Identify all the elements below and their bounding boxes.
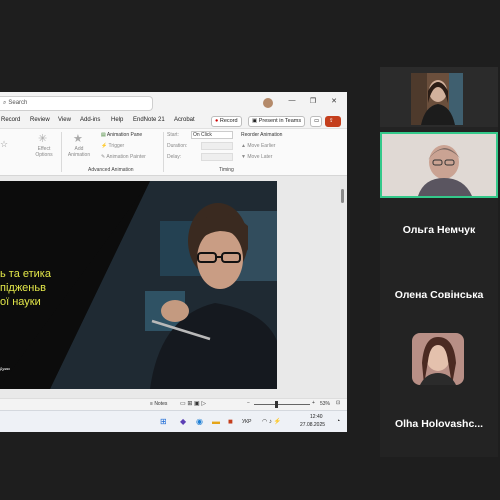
participant-tile-1[interactable] xyxy=(380,67,498,127)
zoom-slider[interactable] xyxy=(254,404,310,405)
add-animation-icon[interactable]: ★ xyxy=(73,132,83,145)
duration-label: Duration: xyxy=(167,143,188,149)
clock-time[interactable]: 12:40 xyxy=(310,414,323,420)
share-button[interactable]: ⇪ xyxy=(325,116,341,127)
tab-record[interactable]: Record xyxy=(1,117,20,123)
move-earlier-button[interactable]: ▲ Move Earlier xyxy=(241,143,275,149)
teams-icon: ▣ xyxy=(252,118,258,124)
move-later-label: Move Later xyxy=(247,154,273,160)
move-earlier-label: Move Earlier xyxy=(247,143,276,149)
notification-icon[interactable]: ◔ xyxy=(336,418,340,425)
animation-painter-label: Animation Painter xyxy=(106,154,146,160)
record-label: Record xyxy=(219,118,238,124)
tab-acrobat[interactable]: Acrobat xyxy=(174,117,195,123)
close-icon[interactable]: ✕ xyxy=(329,97,339,105)
slide-canvas[interactable]: ь та етика підженьв ої науки Дужко xyxy=(0,181,277,389)
present-in-teams-button[interactable]: ▣ Present in Teams xyxy=(248,116,306,127)
status-bar: ≡ Notes ▭ ⊞ ▣ ▷ − + 53% ⊡ xyxy=(0,398,347,410)
minimize-icon[interactable]: — xyxy=(287,97,297,104)
tab-addins[interactable]: Add-ins xyxy=(80,117,100,123)
animation-pane-button[interactable]: ▤ Animation Pane xyxy=(101,132,142,138)
language-indicator[interactable]: УКР xyxy=(242,419,251,425)
notes-button[interactable]: ≡ Notes xyxy=(150,401,167,407)
effect-options-icon[interactable]: ✳ xyxy=(38,132,47,145)
trigger-label: Trigger xyxy=(108,143,125,149)
animation-pane-icon: ▤ xyxy=(101,132,106,138)
zoom-slider-thumb[interactable] xyxy=(275,401,278,408)
participant-avatar-5 xyxy=(412,333,464,385)
participant-tile-5[interactable]: Olha Holovashc... xyxy=(380,325,498,455)
ribbon-animations: ☆ ✳ Effect Options ★ Add Animation ▤ Ani… xyxy=(0,128,347,176)
participants-panel: Ольга Немчук Олена Совінська Olha Holova… xyxy=(380,67,498,457)
trigger-button[interactable]: ⚡ Trigger xyxy=(101,143,124,149)
participant-name-5: Olha Holovashc... xyxy=(394,418,484,430)
slide-editor: ь та етика підженьв ої науки Дужко xyxy=(0,176,347,398)
zoom-out-icon[interactable]: − xyxy=(247,400,250,406)
tab-help[interactable]: Help xyxy=(111,117,123,123)
file-explorer-icon[interactable]: ▬ xyxy=(212,417,220,426)
shared-screen: ⌕ Search — ❐ ✕ Record Review View Add-ins… xyxy=(0,92,347,432)
search-input[interactable]: ⌕ Search xyxy=(0,96,153,111)
delay-label: Delay: xyxy=(167,154,182,160)
search-placeholder: Search xyxy=(8,100,28,106)
notes-icon: ≡ xyxy=(150,401,153,407)
ribbon-tabs: Record Review View Add-ins Help EndNote … xyxy=(0,114,347,128)
slide-footer-text: Дужко xyxy=(0,367,11,371)
vertical-scrollbar[interactable] xyxy=(340,181,345,391)
arrow-up-icon: ▲ xyxy=(241,143,246,149)
divider xyxy=(61,132,62,172)
start-select[interactable]: On Click xyxy=(191,131,233,139)
zoom-in-icon[interactable]: + xyxy=(312,400,315,406)
zoom-level[interactable]: 53% xyxy=(320,401,330,407)
divider xyxy=(163,132,164,172)
windows-taskbar: ⊞ ◆ ◉ ▬ ■ УКР ◠ ♪ ⚡ 12:40 27.08.2025 ◔ xyxy=(0,410,347,432)
participant-name-3: Ольга Немчук xyxy=(402,224,476,236)
painter-icon: ✎ xyxy=(101,154,106,160)
add-animation-button[interactable]: Add Animation xyxy=(64,146,94,158)
participant-tile-3[interactable]: Ольга Немчук xyxy=(380,205,498,255)
participant-name-4: Олена Совінська xyxy=(394,289,484,301)
present-label: Present in Teams xyxy=(258,118,302,124)
reorder-animation-label: Reorder Animation xyxy=(241,132,283,138)
move-later-button[interactable]: ▼ Move Later xyxy=(241,154,272,160)
participant-tile-2-active-speaker[interactable] xyxy=(380,132,498,198)
start-label: Start: xyxy=(167,132,179,138)
slide-title-text: ь та етика підженьв ої науки xyxy=(0,267,51,309)
arrow-down-icon: ▼ xyxy=(241,154,246,160)
start-icon[interactable]: ⊞ xyxy=(160,417,167,426)
slide-title-line-1: ь та етика xyxy=(0,268,51,280)
slide-title-line-2: підженьв xyxy=(0,282,46,294)
fit-slide-icon[interactable]: ⊡ xyxy=(336,400,340,406)
tab-review[interactable]: Review xyxy=(30,117,50,123)
edge-icon[interactable]: ◉ xyxy=(196,417,203,426)
duration-field[interactable] xyxy=(201,142,233,150)
comments-icon[interactable]: ▭ xyxy=(310,116,322,127)
record-icon: ● xyxy=(215,118,219,124)
effect-preview-icon: ☆ xyxy=(0,139,9,149)
title-bar: ⌕ Search — ❐ ✕ xyxy=(0,92,347,114)
tab-endnote[interactable]: EndNote 21 xyxy=(133,117,165,123)
view-icons[interactable]: ▭ ⊞ ▣ ▷ xyxy=(180,400,206,407)
delay-field[interactable] xyxy=(201,153,233,161)
search-icon: ⌕ xyxy=(3,100,7,106)
teams-app-icon[interactable]: ◆ xyxy=(180,417,186,426)
tab-view[interactable]: View xyxy=(58,117,71,123)
notes-label: Notes xyxy=(154,401,168,407)
avatar[interactable] xyxy=(263,98,273,108)
timing-group-label: Timing xyxy=(219,167,234,173)
record-button[interactable]: ● Record xyxy=(211,116,242,127)
trigger-icon: ⚡ xyxy=(101,143,108,149)
participant-tile-4[interactable]: Олена Совінська xyxy=(380,272,498,322)
slide-title-line-3: ої науки xyxy=(0,296,41,308)
animation-pane-label: Animation Pane xyxy=(106,132,143,138)
clock-date[interactable]: 27.08.2025 xyxy=(300,422,325,428)
animation-painter-button[interactable]: ✎ Animation Painter xyxy=(101,154,146,160)
powerpoint-icon[interactable]: ■ xyxy=(228,417,233,426)
effect-options-button[interactable]: Effect Options xyxy=(31,146,57,158)
participant-video-1 xyxy=(411,73,463,125)
system-tray-icons[interactable]: ◠ ♪ ⚡ xyxy=(262,418,281,425)
maximize-icon[interactable]: ❐ xyxy=(308,97,318,105)
advanced-animation-group-label: Advanced Animation xyxy=(88,167,134,173)
participant-video-2 xyxy=(382,134,496,196)
